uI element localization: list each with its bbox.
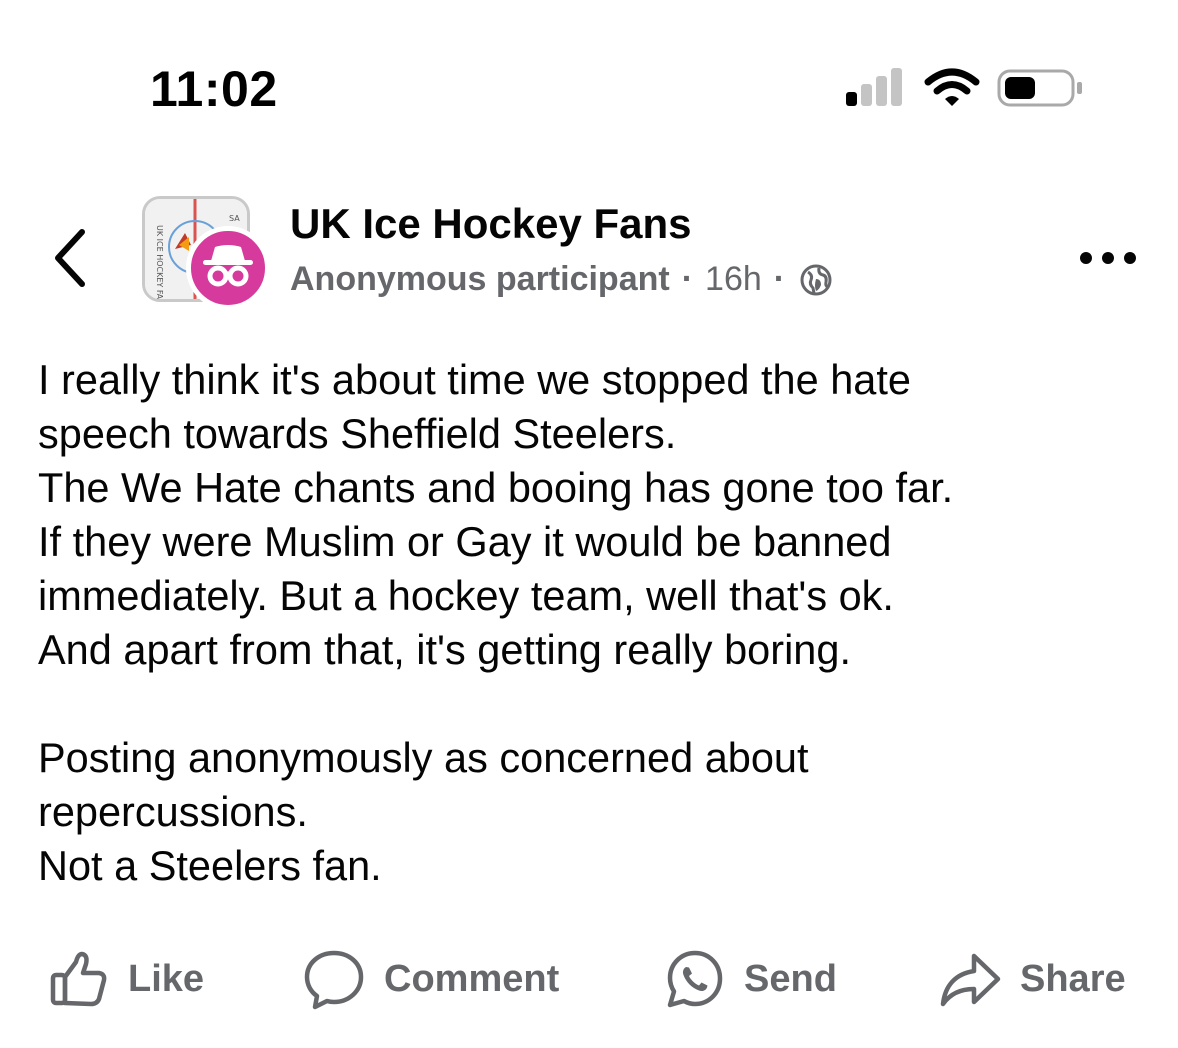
comment-label: Comment [384, 957, 560, 1000]
meta-separator: · [773, 260, 786, 298]
wifi-icon [924, 68, 980, 106]
more-horizontal-icon [1080, 252, 1136, 264]
send-button[interactable]: Send [664, 944, 837, 1014]
battery-icon [997, 69, 1082, 107]
status-icons [840, 66, 1090, 112]
post-meta: Anonymous participant · 16h · [290, 260, 833, 299]
post-paragraph: I really think it's about time we stoppe… [38, 356, 954, 673]
globe-icon [800, 264, 832, 295]
chevron-left-icon [55, 229, 85, 287]
more-options-button[interactable] [1076, 240, 1140, 276]
post-paragraph: Posting anonymously as concerned about r… [38, 734, 809, 889]
like-label: Like [128, 957, 205, 1000]
cellular-signal-icon [846, 68, 902, 106]
post-body: I really think it's about time we stoppe… [38, 353, 1148, 893]
share-arrow-icon [940, 953, 1001, 1007]
share-button[interactable]: Share [938, 944, 1126, 1014]
send-label: Send [744, 957, 837, 1000]
comment-button[interactable]: Comment [302, 944, 559, 1014]
svg-text:SA: SA [229, 214, 240, 223]
thumbs-up-icon [50, 951, 107, 1007]
like-button[interactable]: Like [48, 944, 204, 1014]
meta-separator: · [681, 260, 694, 298]
comment-bubble-icon [304, 950, 364, 1010]
svg-text:UK ICE HOCKEY FANS: UK ICE HOCKEY FANS [155, 225, 164, 299]
whatsapp-icon [667, 950, 723, 1008]
back-button[interactable] [44, 222, 96, 294]
status-time: 11:02 [150, 61, 278, 117]
author-name[interactable]: Anonymous participant [290, 260, 670, 299]
share-label: Share [1020, 957, 1126, 1000]
post-timestamp[interactable]: 16h [705, 260, 762, 299]
anonymous-badge [186, 226, 270, 310]
incognito-icon [203, 245, 253, 287]
group-name[interactable]: UK Ice Hockey Fans [290, 200, 692, 248]
